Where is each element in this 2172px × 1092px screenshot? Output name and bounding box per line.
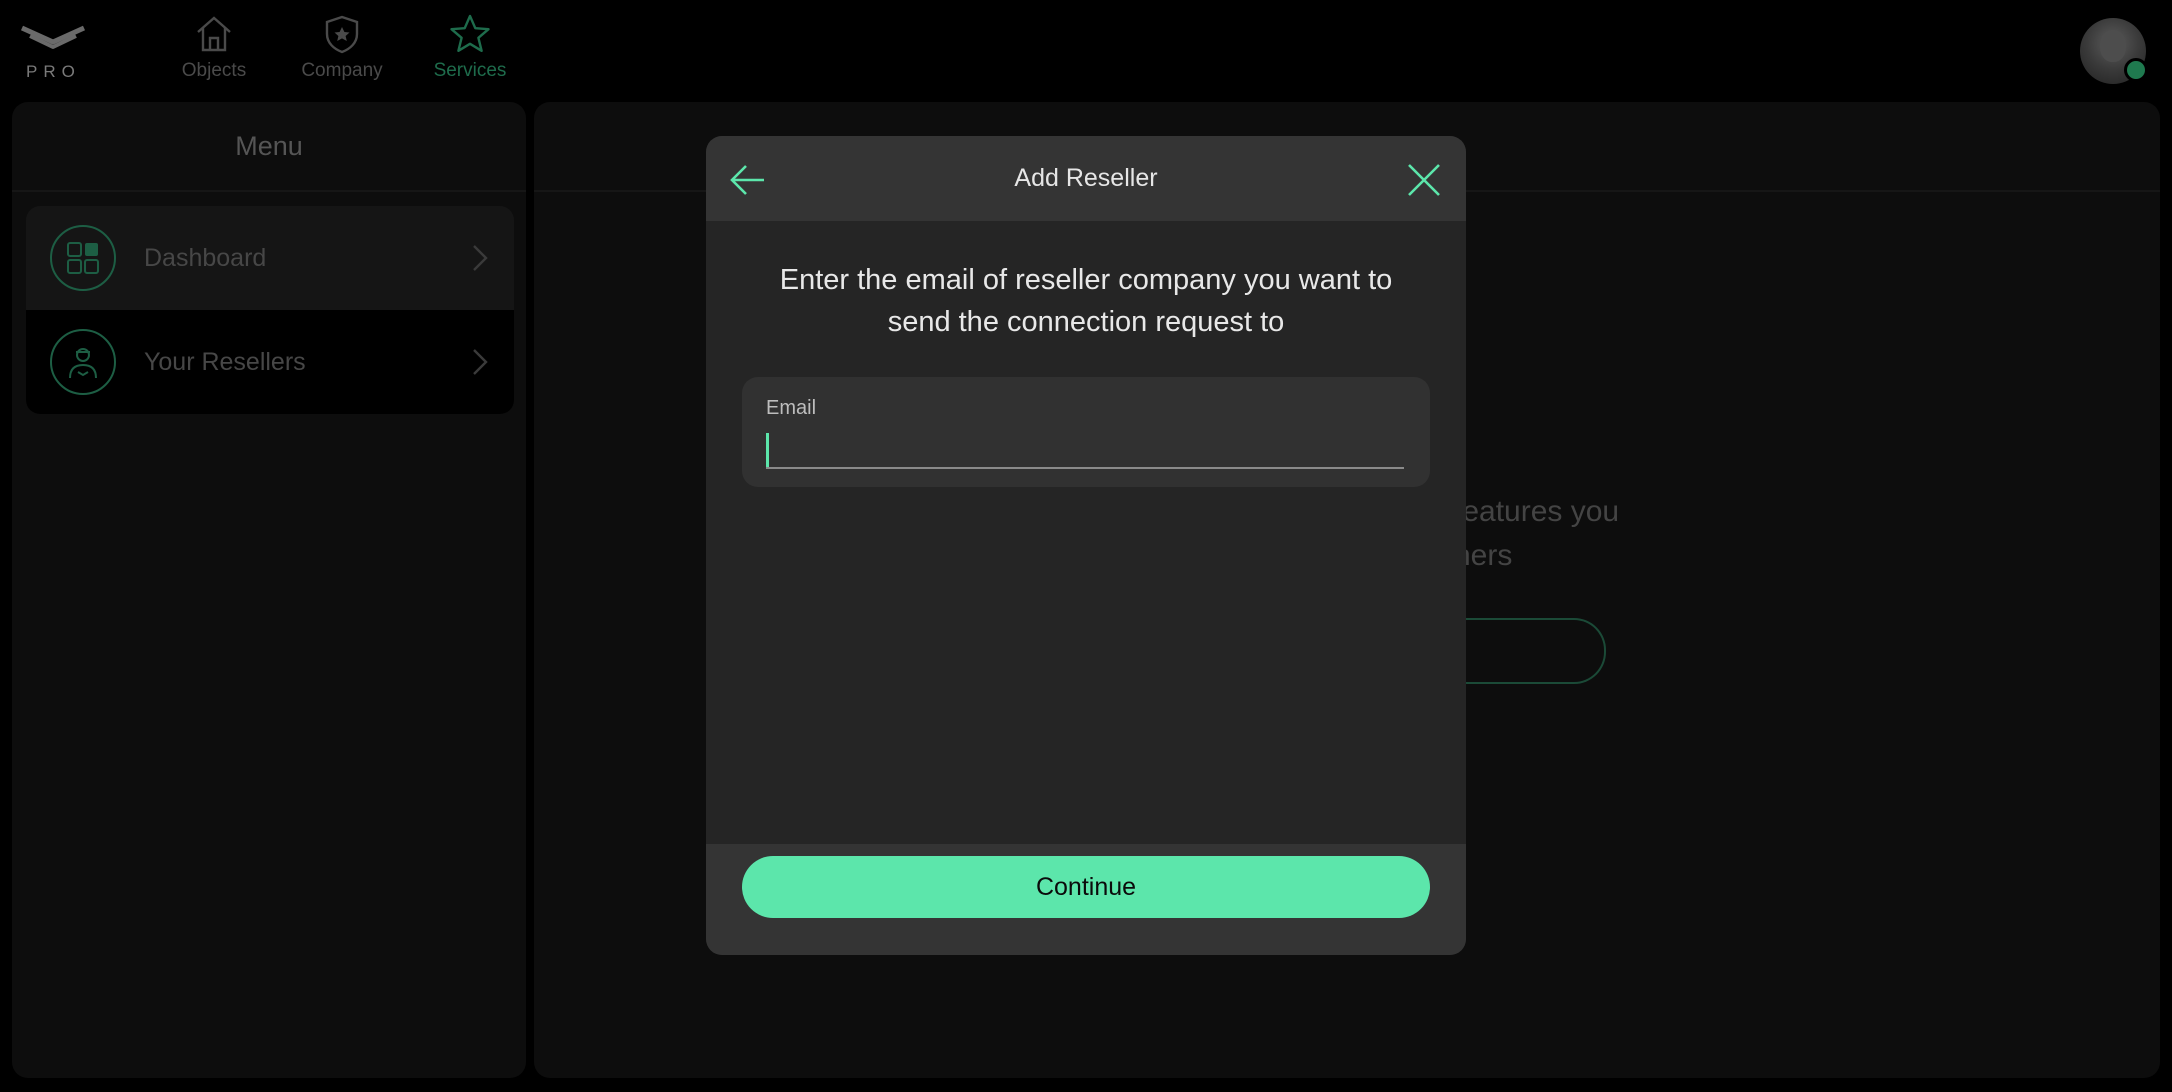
avatar-face (2100, 30, 2126, 62)
sidebar-item-your-resellers[interactable]: Your Resellers (26, 310, 514, 414)
dashboard-grid-icon (50, 225, 116, 291)
shield-star-icon (325, 15, 359, 54)
chevron-right-icon (473, 349, 488, 375)
email-field[interactable]: Email (742, 377, 1430, 487)
sidebar: Menu Dashboard Your Resellers (12, 102, 526, 1078)
sidebar-item-label: Dashboard (144, 243, 267, 272)
continue-button[interactable]: Continue (742, 856, 1430, 918)
star-icon (450, 14, 490, 52)
sidebar-title: Menu (12, 102, 526, 192)
nav-services[interactable]: Services (406, 10, 534, 100)
chevron-right-icon (473, 245, 488, 271)
email-input[interactable] (766, 427, 1404, 469)
nav-services-label: Services (433, 60, 507, 81)
main-description-line-2: ners (1454, 539, 1513, 572)
logo[interactable]: PRO (18, 20, 88, 84)
main-description-line-1: features you (1454, 495, 1620, 528)
dialog-header: Add Reseller (706, 136, 1466, 221)
dialog-prompt: Enter the email of reseller company you … (779, 264, 1393, 338)
online-status-indicator (2124, 58, 2148, 82)
main-action-button (1454, 618, 1606, 684)
dialog-title: Add Reseller (1014, 164, 1158, 192)
text-cursor (766, 433, 769, 467)
back-arrow-icon[interactable] (728, 160, 768, 200)
nav-company-label: Company (301, 60, 383, 81)
email-label: Email (766, 397, 817, 419)
app-window: PRO Objects Company Services Menu Dashbo… (0, 0, 2172, 1092)
sidebar-item-label: Your Resellers (144, 347, 306, 376)
reseller-person-icon (50, 329, 116, 395)
logo-text: PRO (26, 62, 81, 81)
add-reseller-dialog: Add Reseller Enter the email of reseller… (706, 136, 1466, 955)
main-description: features you ners (1454, 490, 1619, 578)
home-icon (197, 16, 231, 52)
dialog-footer: Continue (706, 844, 1466, 955)
top-nav: Objects Company Services (150, 10, 534, 100)
avatar[interactable] (2080, 18, 2148, 84)
sidebar-item-dashboard[interactable]: Dashboard (26, 206, 514, 310)
nav-company[interactable]: Company (278, 10, 406, 100)
nav-objects[interactable]: Objects (150, 10, 278, 100)
sidebar-menu: Dashboard Your Resellers (26, 206, 514, 414)
dialog-body: Enter the email of reseller company you … (706, 221, 1466, 844)
logo-mark-icon (20, 25, 86, 49)
close-icon[interactable] (1404, 160, 1444, 200)
nav-objects-label: Objects (181, 60, 247, 81)
